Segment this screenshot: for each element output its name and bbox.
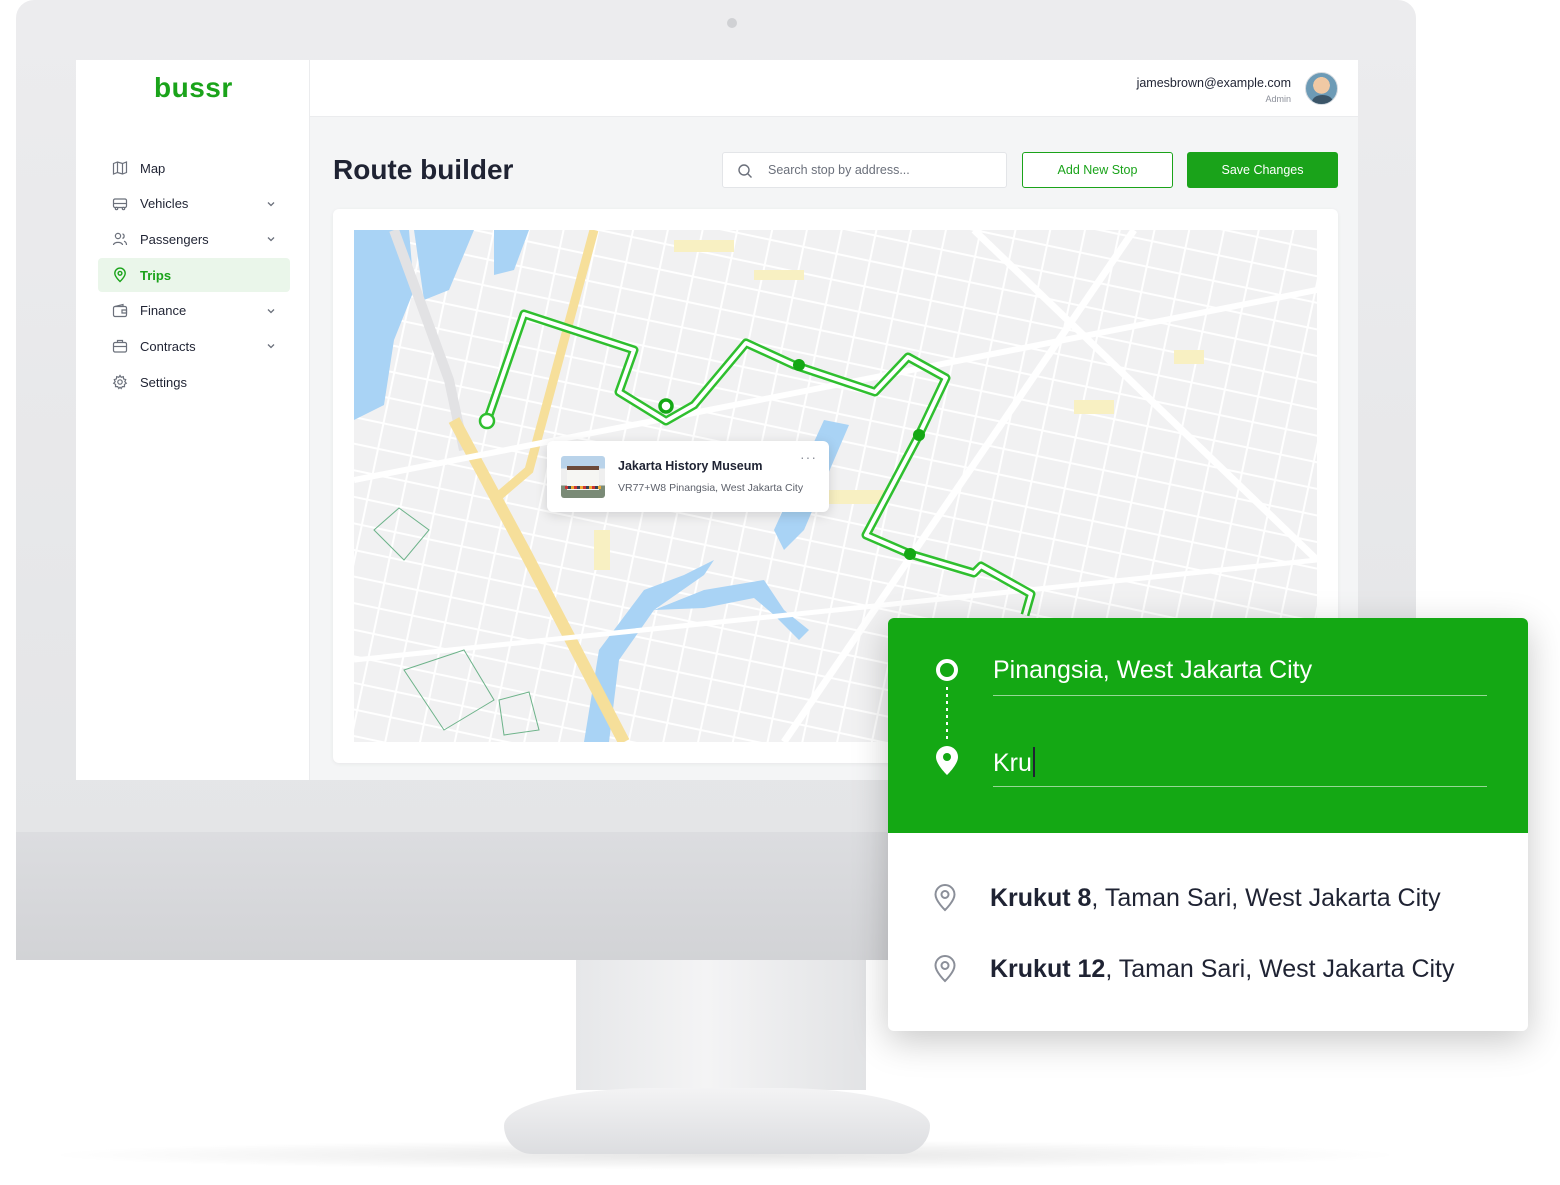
user-role: Admin <box>1265 94 1291 104</box>
popup-address: VR77+W8 Pinangsia, West Jakarta City <box>618 482 804 494</box>
route-search-panel: Pinangsia, West Jakarta City Kru Krukut … <box>888 618 1528 1031</box>
route-stop[interactable] <box>913 429 925 441</box>
suggestion-text: Krukut 8, Taman Sari, West Jakarta City <box>990 884 1441 913</box>
sidebar-item-label: Vehicles <box>140 196 189 212</box>
sidebar-item-trips[interactable]: Trips <box>98 258 290 293</box>
route-connector <box>946 687 948 741</box>
wallet-icon <box>112 303 128 317</box>
suggestion-item[interactable]: Krukut 8, Taman Sari, West Jakarta City <box>888 868 1528 928</box>
sidebar-item-settings[interactable]: Settings <box>98 365 290 399</box>
brand-logo[interactable]: bussr <box>154 72 233 104</box>
sidebar-item-label: Map <box>140 160 166 176</box>
gear-icon <box>112 374 128 390</box>
bus-icon <box>112 198 128 210</box>
sidebar-item-passengers[interactable]: Passengers <box>98 222 290 256</box>
destination-value: Kru <box>993 749 1032 777</box>
chevron-down-icon[interactable] <box>266 306 276 316</box>
origin-field[interactable]: Pinangsia, West Jakarta City <box>993 652 1487 696</box>
user-email: jamesbrown@example.com <box>1136 76 1291 90</box>
briefcase-icon <box>112 340 128 354</box>
museum-thumbnail <box>561 456 605 498</box>
monitor-stand-base <box>504 1088 930 1154</box>
sidebar-item-contracts[interactable]: Contracts <box>98 329 290 363</box>
route-stop[interactable] <box>793 359 805 371</box>
suggestion-rest: , Taman Sari, West Jakarta City <box>1091 884 1441 912</box>
chevron-down-icon[interactable] <box>266 234 276 244</box>
suggestion-item[interactable]: Krukut 12, Taman Sari, West Jakarta City <box>888 939 1528 999</box>
sidebar-nav: Map Vehicles Passengers Trips Finance Co… <box>98 151 290 401</box>
route-stop-selected[interactable] <box>658 398 674 414</box>
origin-circle-icon <box>936 659 958 681</box>
save-changes-button[interactable]: Save Changes <box>1187 152 1338 188</box>
location-pin-icon <box>934 955 956 983</box>
search-box <box>722 152 1007 188</box>
text-caret <box>1032 747 1035 777</box>
route-inputs-header: Pinangsia, West Jakarta City Kru <box>888 618 1528 833</box>
search-icon <box>738 164 752 178</box>
sidebar-item-label: Trips <box>140 267 172 283</box>
route-start-stop[interactable] <box>478 412 496 430</box>
chevron-down-icon[interactable] <box>266 341 276 351</box>
monitor-stand-neck <box>576 960 866 1090</box>
suggestion-text: Krukut 12, Taman Sari, West Jakarta City <box>990 955 1455 984</box>
popup-title: Jakarta History Museum <box>618 459 763 473</box>
users-icon <box>112 233 128 246</box>
suggestion-match: Krukut 8 <box>990 884 1092 912</box>
sidebar-item-finance[interactable]: Finance <box>98 294 290 328</box>
location-pin-icon <box>934 884 956 912</box>
sidebar-item-label: Settings <box>140 374 187 390</box>
add-new-stop-button[interactable]: Add New Stop <box>1022 152 1173 188</box>
sidebar-item-label: Finance <box>140 303 187 319</box>
page-title: Route builder <box>333 154 514 185</box>
sidebar-item-label: Contracts <box>140 338 196 354</box>
chevron-down-icon[interactable] <box>266 199 276 209</box>
more-options-icon[interactable]: ··· <box>800 449 817 465</box>
location-pin-icon <box>114 267 126 283</box>
search-input[interactable] <box>768 153 998 187</box>
suggestion-match: Krukut 12 <box>990 955 1106 983</box>
monitor-camera <box>727 18 737 28</box>
sidebar-item-label: Passengers <box>140 231 209 247</box>
stop-popup[interactable]: Jakarta History Museum VR77+W8 Pinangsia… <box>547 441 829 512</box>
map-icon <box>112 161 128 175</box>
avatar[interactable] <box>1305 72 1338 105</box>
destination-field[interactable]: Kru <box>993 743 1487 787</box>
suggestion-rest: , Taman Sari, West Jakarta City <box>1105 955 1455 983</box>
sidebar-item-map[interactable]: Map <box>98 151 290 185</box>
top-bar: jamesbrown@example.com Admin <box>310 60 1358 117</box>
destination-value-wrap: Kru <box>993 747 1035 778</box>
sidebar: bussr Map Vehicles Passengers Trips Fina… <box>76 60 310 780</box>
destination-pin-icon <box>936 746 958 775</box>
route-stop[interactable] <box>904 548 916 560</box>
sidebar-item-vehicles[interactable]: Vehicles <box>98 187 290 221</box>
origin-value: Pinangsia, West Jakarta City <box>993 656 1313 684</box>
